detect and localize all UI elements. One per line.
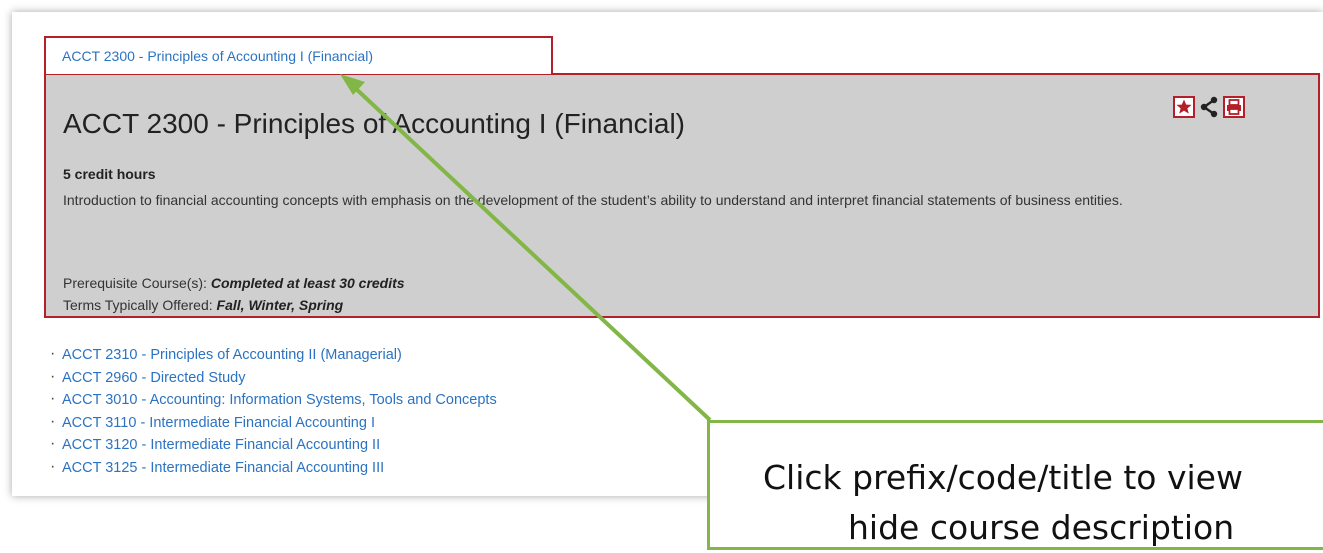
course-title: ACCT 2300 - Principles of Accounting I (… <box>63 108 685 139</box>
share-icon[interactable] <box>1199 96 1219 118</box>
course-link[interactable]: ACCT 3110 - Intermediate Financial Accou… <box>62 415 375 431</box>
prereq-label: Prerequisite Course(s): <box>63 275 211 291</box>
callout-text: Click prefix/code/title to view hide cou… <box>763 453 1243 553</box>
list-item: ACCT 2960 - Directed Study <box>50 368 497 393</box>
course-list: ACCT 2310 - Principles of Accounting II … <box>50 345 497 483</box>
course-link[interactable]: ACCT 3125 - Intermediate Financial Accou… <box>62 460 384 476</box>
course-description: Introduction to financial accounting con… <box>63 192 1123 208</box>
prereq-value: Completed at least 30 credits <box>210 275 405 291</box>
course-tab[interactable]: ACCT 2300 - Principles of Accounting I (… <box>44 36 553 74</box>
course-tab-link[interactable]: ACCT 2300 - Principles of Accounting I (… <box>62 48 373 64</box>
star-icon[interactable] <box>1173 96 1195 118</box>
terms-offered: Terms Typically Offered: Fall, Winter, S… <box>63 297 343 313</box>
course-link[interactable]: ACCT 3010 - Accounting: Information Syst… <box>62 392 497 408</box>
terms-value: Fall, Winter, Spring <box>216 297 344 313</box>
prerequisites: Prerequisite Course(s): Completed at lea… <box>63 275 405 291</box>
callout-line-1: Click prefix/code/title to view <box>763 458 1243 497</box>
course-link[interactable]: ACCT 2960 - Directed Study <box>62 370 245 386</box>
list-item: ACCT 3120 - Intermediate Financial Accou… <box>50 435 497 460</box>
list-item: ACCT 3110 - Intermediate Financial Accou… <box>50 413 497 438</box>
course-detail-panel: ACCT 2300 - Principles of Accounting I (… <box>44 73 1320 318</box>
callout-box: Click prefix/code/title to view hide cou… <box>707 420 1323 550</box>
course-link[interactable]: ACCT 2310 - Principles of Accounting II … <box>62 347 402 363</box>
course-link[interactable]: ACCT 3120 - Intermediate Financial Accou… <box>62 437 380 453</box>
credit-hours: 5 credit hours <box>63 166 156 182</box>
callout-line-2: hide course description <box>848 508 1235 547</box>
terms-label: Terms Typically Offered: <box>63 297 217 313</box>
course-actions <box>1173 95 1245 119</box>
list-item: ACCT 3125 - Intermediate Financial Accou… <box>50 458 497 483</box>
list-item: ACCT 3010 - Accounting: Information Syst… <box>50 390 497 415</box>
print-icon[interactable] <box>1223 96 1245 118</box>
list-item: ACCT 2310 - Principles of Accounting II … <box>50 345 497 370</box>
